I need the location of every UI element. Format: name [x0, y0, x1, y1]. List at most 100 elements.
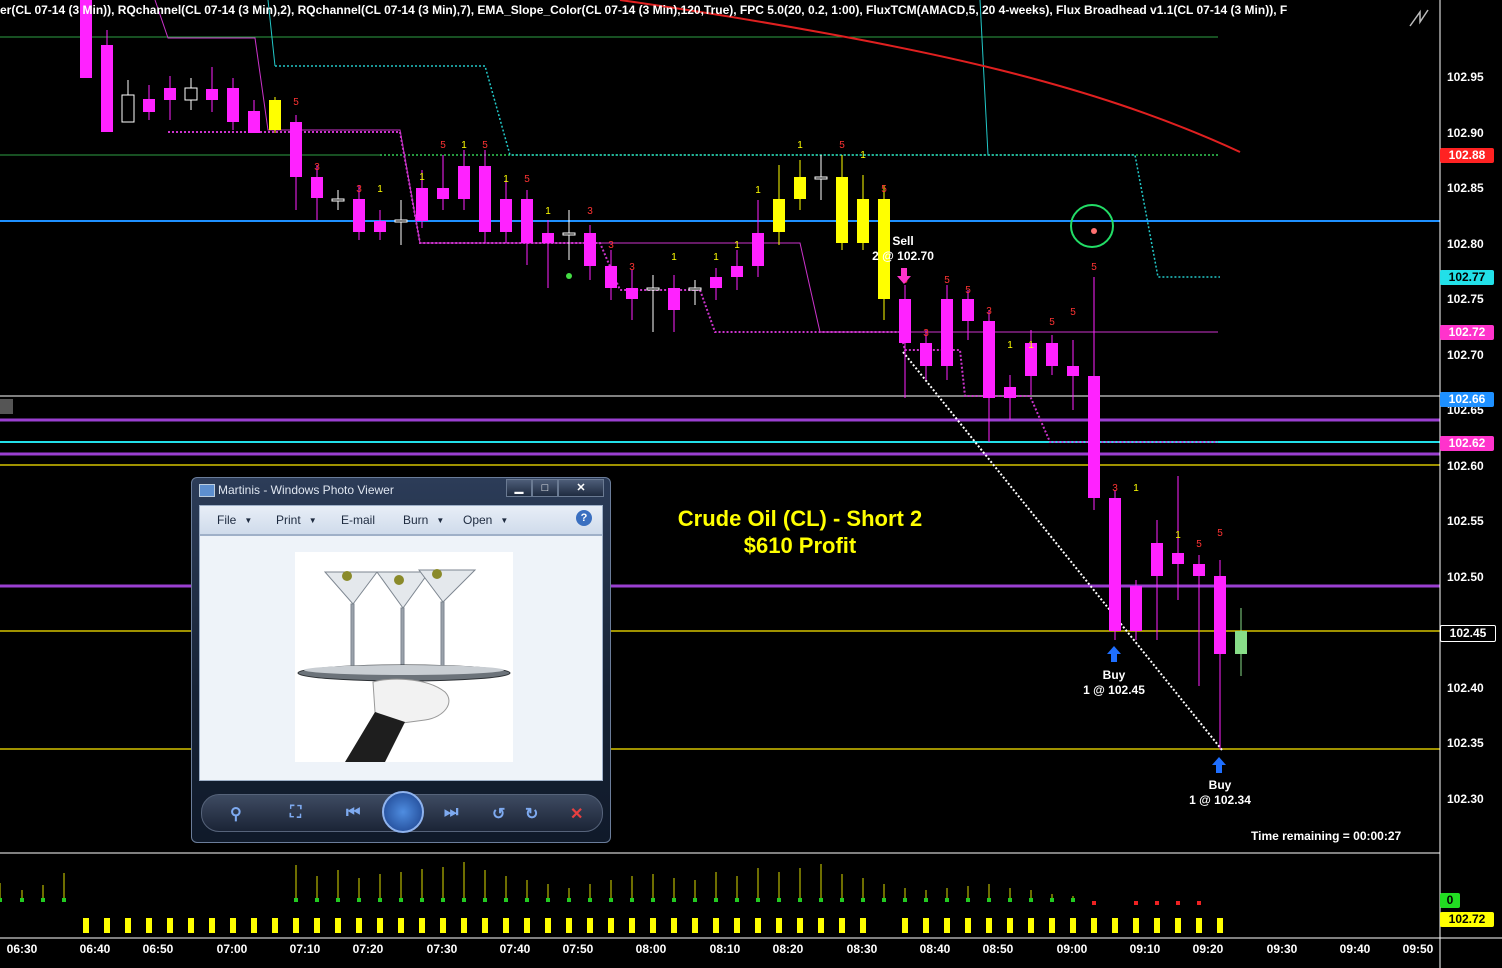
- rotate-left-icon[interactable]: ↺: [492, 804, 505, 824]
- cyan-dotted-channel: [275, 65, 1220, 278]
- candle-body: [121, 94, 135, 123]
- momentum-dot: [483, 898, 487, 902]
- trend-block: [125, 918, 131, 933]
- buy-arrow-icon-1: [1107, 646, 1121, 662]
- momentum-dot-red: [1155, 901, 1159, 905]
- chart-expand-icon[interactable]: [1408, 8, 1430, 28]
- previous-icon[interactable]: ⏮: [346, 804, 360, 822]
- menu-email-label: E-mail: [341, 513, 376, 527]
- chevron-down-icon: ▼: [436, 516, 445, 526]
- trend-block: [1028, 918, 1034, 933]
- count-mark: 1: [671, 252, 677, 263]
- candle-body: [1193, 564, 1205, 576]
- momentum-dot: [41, 898, 45, 902]
- trend-block: [524, 918, 530, 933]
- candle-body: [773, 199, 785, 232]
- candle-body: [794, 177, 806, 199]
- chevron-down-icon: ▼: [500, 516, 509, 526]
- candle-body: [184, 87, 198, 101]
- photo-viewer-window[interactable]: Martinis - Windows Photo Viewer ▁ □ ✕ Fi…: [191, 477, 611, 843]
- trend-block: [1154, 918, 1160, 933]
- trend-block: [83, 918, 89, 933]
- time-axis-label: 09:20: [1192, 942, 1224, 956]
- menu-file[interactable]: File ▼: [217, 513, 252, 527]
- trend-block: [1070, 918, 1076, 933]
- price-tag: 102.66: [1440, 391, 1494, 407]
- candle-body: [227, 88, 239, 122]
- zoom-icon[interactable]: ⚲: [230, 804, 242, 824]
- trend-block: [755, 918, 761, 933]
- candle-body: [710, 277, 722, 288]
- slideshow-button[interactable]: [382, 791, 424, 833]
- time-axis-label: 09:40: [1339, 942, 1371, 956]
- martini-image: [295, 552, 513, 762]
- actual-size-icon[interactable]: ⛶: [290, 804, 301, 822]
- count-mark: 5: [839, 140, 845, 151]
- grey-scroll-handle[interactable]: [0, 399, 13, 414]
- delete-icon[interactable]: ✕: [570, 804, 583, 824]
- time-axis-label: 09:50: [1402, 942, 1434, 956]
- time-axis-label: 06:50: [142, 942, 174, 956]
- menu-print[interactable]: Print ▼: [276, 513, 317, 527]
- buy-annotation-2: Buy 1 @ 102.34: [1180, 778, 1260, 808]
- maximize-button[interactable]: □: [532, 479, 558, 497]
- candle-body: [1088, 376, 1100, 498]
- count-mark: 5: [944, 275, 950, 286]
- chevron-down-icon: ▼: [244, 516, 253, 526]
- cyan-solid-channel-2: [979, 0, 989, 156]
- count-mark: 1: [377, 184, 383, 195]
- candle-body: [1235, 631, 1247, 654]
- green-circle-marker: [1070, 204, 1114, 248]
- momentum-dot: [651, 898, 655, 902]
- momentum-dot: [840, 898, 844, 902]
- count-mark: 3: [356, 184, 362, 195]
- help-icon[interactable]: ?: [576, 510, 592, 526]
- candle-body: [1172, 553, 1184, 564]
- momentum-dot: [756, 898, 760, 902]
- candle-body: [353, 199, 365, 232]
- count-mark: 1: [797, 140, 803, 151]
- momentum-dot: [20, 898, 24, 902]
- close-button[interactable]: ✕: [558, 479, 604, 497]
- buy-detail-1: 1 @ 102.45: [1083, 683, 1145, 697]
- price-axis-label: 102.60: [1447, 458, 1484, 473]
- next-icon[interactable]: ⏭: [444, 804, 458, 822]
- count-mark: 1: [419, 172, 425, 183]
- trend-block: [251, 918, 257, 933]
- momentum-dot: [735, 898, 739, 902]
- trend-block: [923, 918, 929, 933]
- price-axis-label: 102.50: [1447, 569, 1484, 584]
- trend-block: [776, 918, 782, 933]
- count-mark: 1: [1007, 340, 1013, 351]
- minimize-button[interactable]: ▁: [506, 479, 532, 497]
- momentum-dot: [0, 898, 2, 902]
- count-mark: 5: [1196, 539, 1202, 550]
- momentum-dot: [525, 898, 529, 902]
- candle-body: [814, 176, 828, 180]
- trend-block: [398, 918, 404, 933]
- momentum-dot: [1029, 898, 1033, 902]
- candle-body: [983, 321, 995, 398]
- momentum-dot: [1050, 898, 1054, 902]
- menu-burn[interactable]: Burn ▼: [403, 513, 444, 527]
- candle-body: [1067, 366, 1079, 376]
- menu-email[interactable]: E-mail: [341, 513, 375, 527]
- rotate-right-icon[interactable]: ↻: [525, 804, 538, 824]
- price-tag: 102.88: [1440, 147, 1494, 163]
- momentum-dot: [1008, 898, 1012, 902]
- candle-body: [1130, 586, 1142, 631]
- sell-label: Sell: [892, 234, 914, 248]
- buy-detail-2: 1 @ 102.34: [1189, 793, 1251, 807]
- candle-body: [668, 288, 680, 310]
- trend-block: [503, 918, 509, 933]
- trend-block: [293, 918, 299, 933]
- count-mark: 5: [482, 140, 488, 151]
- candle-body: [479, 166, 491, 232]
- momentum-dot: [62, 898, 66, 902]
- trend-block: [1217, 918, 1223, 933]
- candle-body: [143, 99, 155, 112]
- trend-block: [566, 918, 572, 933]
- momentum-dot: [420, 898, 424, 902]
- window-title: Martinis - Windows Photo Viewer: [218, 483, 394, 497]
- menu-open[interactable]: Open ▼: [463, 513, 508, 527]
